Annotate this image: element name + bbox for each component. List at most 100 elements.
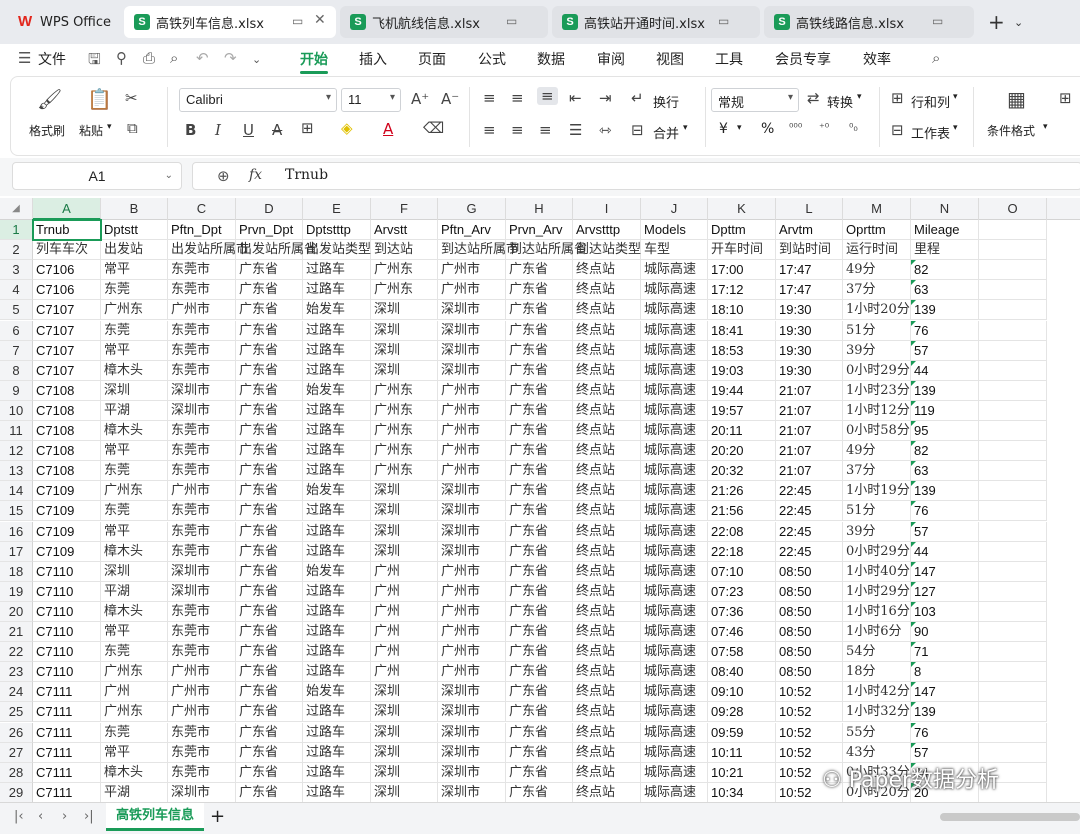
table-cell[interactable]: 21:07 (776, 380, 843, 401)
format-painter-icon[interactable]: 🖌 (37, 87, 62, 111)
header-cell[interactable]: Arvstttp (573, 220, 641, 241)
table-cell[interactable]: 城际高速 (641, 260, 708, 281)
row-header[interactable]: 10 (0, 400, 33, 421)
table-cell[interactable]: 到达站所属市 (438, 240, 519, 261)
table-cell[interactable]: 广州东 (371, 260, 438, 281)
table-cell[interactable]: 82 (911, 441, 979, 462)
table-cell[interactable]: 1小时42分 (843, 682, 911, 703)
paste-button[interactable]: 粘贴 (79, 122, 103, 139)
border-icon[interactable]: ⊞ (301, 119, 314, 137)
wrap-text-button[interactable]: 换行 (653, 92, 679, 111)
table-cell[interactable]: 深圳 (371, 782, 438, 802)
menu-file[interactable]: 文件 (38, 49, 66, 69)
font-name-select[interactable]: Calibri ▾ (179, 88, 337, 112)
table-cell[interactable]: 广东省 (506, 682, 573, 703)
table-cell[interactable]: 139 (911, 300, 979, 321)
table-cell[interactable]: 22:18 (708, 541, 776, 562)
row-header[interactable]: 29 (0, 782, 33, 802)
table-cell[interactable]: 1小时6分 (843, 622, 911, 643)
column-header-M[interactable]: M (843, 198, 911, 220)
table-cell[interactable]: C7108 (33, 461, 101, 482)
table-cell[interactable]: 东莞市 (168, 622, 236, 643)
table-cell[interactable]: 广东省 (506, 601, 573, 622)
table-cell[interactable]: 广州市 (438, 400, 506, 421)
table-cell[interactable]: 过路车 (303, 581, 371, 602)
table-cell[interactable]: 08:40 (708, 662, 776, 683)
table-cell[interactable]: 49分 (843, 441, 911, 462)
table-cell[interactable]: C7108 (33, 380, 101, 401)
table-cell[interactable]: 76 (911, 320, 979, 341)
table-cell[interactable]: 19:44 (708, 380, 776, 401)
format-painter-button[interactable]: 格式刷 (29, 122, 65, 139)
fx-icon[interactable]: fx (249, 167, 262, 183)
table-cell[interactable]: 广州东 (371, 400, 438, 421)
column-header-D[interactable]: D (236, 198, 303, 220)
fill-color-icon[interactable]: ◈ (341, 119, 353, 137)
row-header[interactable]: 15 (0, 501, 33, 522)
number-format-select[interactable]: 常规 ▾ (711, 88, 799, 112)
table-cell[interactable]: 18:41 (708, 320, 776, 341)
table-cell[interactable]: 城际高速 (641, 501, 708, 522)
row-col-icon[interactable]: ⊞ (891, 89, 904, 107)
menu-view[interactable]: 视图 (656, 49, 684, 69)
align-middle-icon[interactable]: ≡ (511, 89, 524, 107)
table-cell[interactable]: 22:45 (776, 521, 843, 542)
table-cell[interactable]: 1小时40分 (843, 561, 911, 582)
table-cell[interactable]: C7109 (33, 501, 101, 522)
table-cell[interactable]: 樟木头 (101, 360, 168, 381)
table-cell[interactable]: 运行时间 (843, 240, 911, 261)
table-cell[interactable] (979, 501, 1047, 522)
header-cell[interactable]: Dpttm (708, 220, 776, 241)
table-cell[interactable]: 东莞市 (168, 421, 236, 442)
table-cell[interactable] (979, 360, 1047, 381)
table-cell[interactable]: 55分 (843, 722, 911, 743)
row-header[interactable]: 21 (0, 622, 33, 643)
table-cell[interactable]: 广东省 (506, 380, 573, 401)
table-cell[interactable]: 广东省 (236, 561, 303, 582)
sheet-tab-train-info[interactable]: 高铁列车信息 (106, 803, 204, 831)
table-cell[interactable]: 始发车 (303, 380, 371, 401)
font-size-select[interactable]: 11 ▾ (341, 88, 401, 112)
table-cell[interactable]: 22:45 (776, 481, 843, 502)
wrap-text-icon[interactable]: ↵ (631, 89, 644, 107)
table-cell[interactable]: 终点站 (573, 300, 641, 321)
table-cell[interactable]: 东莞市 (168, 501, 236, 522)
table-cell[interactable]: 广东省 (506, 360, 573, 381)
table-cell[interactable]: 广东省 (506, 561, 573, 582)
table-cell[interactable]: 17:12 (708, 280, 776, 301)
table-cell[interactable]: 东莞市 (168, 541, 236, 562)
cut-icon[interactable]: ✂ (125, 89, 138, 107)
table-cell[interactable]: 19:30 (776, 320, 843, 341)
table-cell[interactable]: 07:23 (708, 581, 776, 602)
table-cell[interactable] (979, 260, 1047, 281)
table-cell[interactable]: 城际高速 (641, 421, 708, 442)
table-cell[interactable]: 广州市 (438, 561, 506, 582)
table-cell[interactable]: 127 (911, 581, 979, 602)
table-cell[interactable]: 广州 (371, 662, 438, 683)
header-cell[interactable]: Oprttm (843, 220, 911, 241)
row-header[interactable]: 18 (0, 561, 33, 582)
table-cell[interactable]: 深圳市 (168, 380, 236, 401)
table-cell[interactable]: 过路车 (303, 601, 371, 622)
table-cell[interactable]: 147 (911, 682, 979, 703)
convert-icon[interactable]: ⇄ (807, 89, 820, 107)
table-cell[interactable]: 到达站所属省 (506, 240, 587, 261)
table-cell[interactable] (979, 541, 1047, 562)
table-cell[interactable]: 广州东 (371, 441, 438, 462)
select-all-corner[interactable]: ◢ (0, 198, 33, 220)
table-cell[interactable]: 深圳市 (438, 541, 506, 562)
table-cell[interactable]: 广州市 (438, 260, 506, 281)
table-cell[interactable]: 终点站 (573, 622, 641, 643)
table-cell[interactable] (979, 682, 1047, 703)
table-cell[interactable]: 终点站 (573, 380, 641, 401)
table-cell[interactable]: 63 (911, 461, 979, 482)
table-cell[interactable]: 终点站 (573, 340, 641, 361)
table-cell[interactable]: 08:50 (776, 561, 843, 582)
table-cell[interactable]: 20:11 (708, 421, 776, 442)
table-cell[interactable]: 0小时29分 (843, 541, 911, 562)
table-cell[interactable]: 东莞市 (168, 360, 236, 381)
table-cell[interactable]: 常平 (101, 742, 168, 763)
table-cell[interactable]: C7109 (33, 481, 101, 502)
tab-list-chevron-down-icon[interactable]: ⌄ (1014, 16, 1023, 29)
menu-data[interactable]: 数据 (537, 49, 565, 69)
